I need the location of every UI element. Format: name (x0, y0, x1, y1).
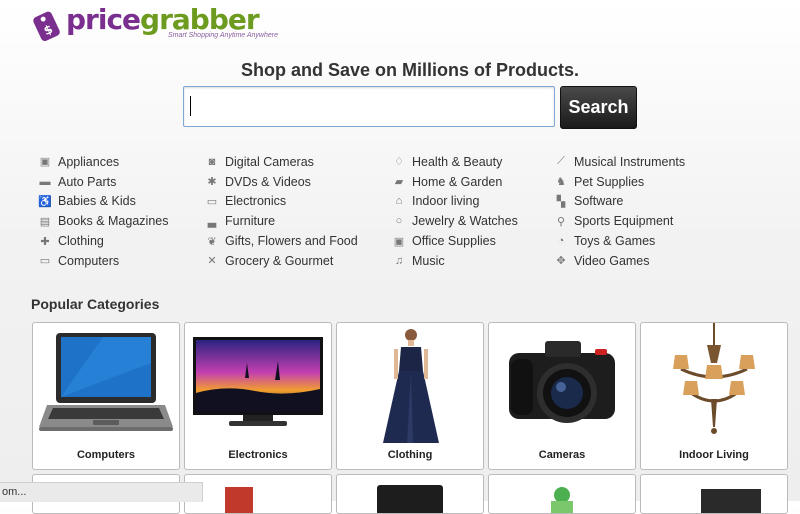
software-icon: ▚ (556, 195, 566, 208)
popular-tile-row2-5[interactable] (640, 474, 788, 514)
film-icon: ✱ (207, 176, 217, 189)
text-caret (190, 96, 191, 116)
toy-image (551, 487, 573, 513)
guitar-icon: ⟋ (557, 155, 565, 168)
category-link-jewelry-watches[interactable]: ○ Jewelry & Watches (392, 211, 518, 231)
category-link-video-games[interactable]: ✥ Video Games (554, 251, 685, 271)
hero-headline: Shop and Save on Millions of Products. (240, 60, 580, 80)
dress-image (383, 329, 439, 443)
briefcase-icon: ▣ (393, 235, 405, 248)
dog-icon: ♞ (556, 176, 566, 189)
car-icon: ▬ (39, 175, 51, 188)
popular-tile-row2-4[interactable] (488, 474, 636, 514)
tile-label: Computers (76, 449, 136, 461)
monitor-image (701, 489, 761, 513)
search-button[interactable]: Search (560, 86, 637, 129)
stroller-icon: ♿ (38, 195, 52, 208)
category-column-4: ⟋ Musical Instruments ♞ Pet Supplies ▚ Soft… (554, 152, 685, 271)
category-link-computers[interactable]: ▭ Computers (38, 251, 168, 271)
popular-tile-cameras[interactable]: Cameras (488, 322, 636, 470)
health-icon: ♢ (394, 156, 404, 169)
category-link-grocery-gourmet[interactable]: ✕ Grocery & Gourmet (205, 251, 358, 271)
category-link-health-beauty[interactable]: ♢ Health & Beauty (392, 152, 518, 172)
popular-tile-row2-3[interactable] (336, 474, 484, 514)
category-link-appliances[interactable]: ▣ Appliances (38, 152, 168, 172)
music-note-icon: ♫ (394, 254, 404, 267)
category-link-dvds-videos[interactable]: ✱ DVDs & Videos (205, 172, 358, 192)
chandelier-image (673, 323, 755, 434)
category-link-music[interactable]: ♫ Music (392, 251, 518, 271)
tile-label: Indoor Living (679, 449, 749, 461)
gift-icon: ❦ (207, 235, 217, 248)
utensils-icon: ✕ (207, 255, 217, 268)
shirt-icon: ✚ (40, 235, 50, 248)
laptop-image (39, 333, 173, 431)
tv-image (193, 337, 323, 426)
house-icon: ⌂ (395, 195, 403, 208)
search-input[interactable] (183, 86, 555, 127)
price-tag-icon: $ (33, 11, 60, 42)
ring-icon: ○ (395, 215, 403, 228)
category-column-1: ▣ Appliances ▬ Auto Parts ♿ Babies & Kids ▤… (38, 152, 168, 271)
sports-icon: ⚲ (556, 215, 566, 228)
appliance-image (377, 485, 443, 513)
laptop-icon: ▭ (39, 255, 51, 268)
camera-icon: ◙ (208, 155, 216, 168)
popular-tile-computers[interactable]: Computers (32, 322, 180, 470)
popular-tile-row2-2[interactable] (184, 474, 332, 514)
category-link-home-garden[interactable]: ▰ Home & Garden (392, 172, 518, 192)
toy-icon: ◔ (557, 235, 565, 248)
tile-label: Cameras (538, 449, 586, 461)
category-column-3: ♢ Health & Beauty ▰ Home & Garden ⌂ Indoor … (392, 152, 518, 271)
category-link-furniture[interactable]: ▃ Furniture (205, 211, 358, 231)
popular-tile-clothing[interactable]: Clothing (336, 322, 484, 470)
category-link-auto-parts[interactable]: ▬ Auto Parts (38, 172, 168, 192)
category-link-babies-kids[interactable]: ♿ Babies & Kids (38, 192, 168, 212)
sofa-image (225, 487, 253, 513)
category-link-clothing[interactable]: ✚ Clothing (38, 231, 168, 251)
category-link-software[interactable]: ▚ Software (554, 192, 685, 212)
category-column-2: ◙ Digital Cameras ✱ DVDs & Videos ▭ Electro… (205, 152, 358, 271)
gamepad-icon: ✥ (556, 255, 566, 268)
appliance-icon: ▣ (39, 156, 51, 169)
category-link-gifts-flowers-food[interactable]: ❦ Gifts, Flowers and Food (205, 231, 357, 251)
tile-label: Electronics (228, 449, 288, 461)
garden-icon: ▰ (394, 176, 404, 189)
book-icon: ▤ (39, 215, 51, 228)
camera-image (509, 341, 615, 423)
logo-tagline: Smart Shopping Anytime Anywhere (168, 32, 278, 39)
tile-label: Clothing (387, 449, 433, 461)
pricegrabber-logo[interactable]: $ pricegrabber Smart Shopping Anytime An… (30, 3, 278, 43)
category-link-electronics[interactable]: ▭ Electronics (205, 192, 358, 212)
category-link-office-supplies[interactable]: ▣ Office Supplies (392, 231, 518, 251)
monitor-icon: ▭ (206, 195, 218, 208)
category-link-books-magazines[interactable]: ▤ Books & Magazines (38, 211, 169, 231)
browser-status-bar: om... (0, 482, 203, 502)
category-link-sports-equipment[interactable]: ⚲ Sports Equipment (554, 211, 685, 231)
popular-tile-electronics[interactable]: Electronics (184, 322, 332, 470)
category-link-digital-cameras[interactable]: ◙ Digital Cameras (205, 152, 358, 172)
category-link-pet-supplies[interactable]: ♞ Pet Supplies (554, 172, 685, 192)
category-link-musical-instruments[interactable]: ⟋ Musical Instruments (554, 152, 685, 172)
popular-tile-indoor-living[interactable]: Indoor Living (640, 322, 788, 470)
sofa-icon: ▃ (207, 215, 217, 228)
category-link-indoor-living[interactable]: ⌂ Indoor living (392, 192, 518, 212)
popular-categories-heading: Popular Categories (31, 296, 160, 312)
category-link-toys-games[interactable]: ◔ Toys & Games (554, 231, 685, 251)
